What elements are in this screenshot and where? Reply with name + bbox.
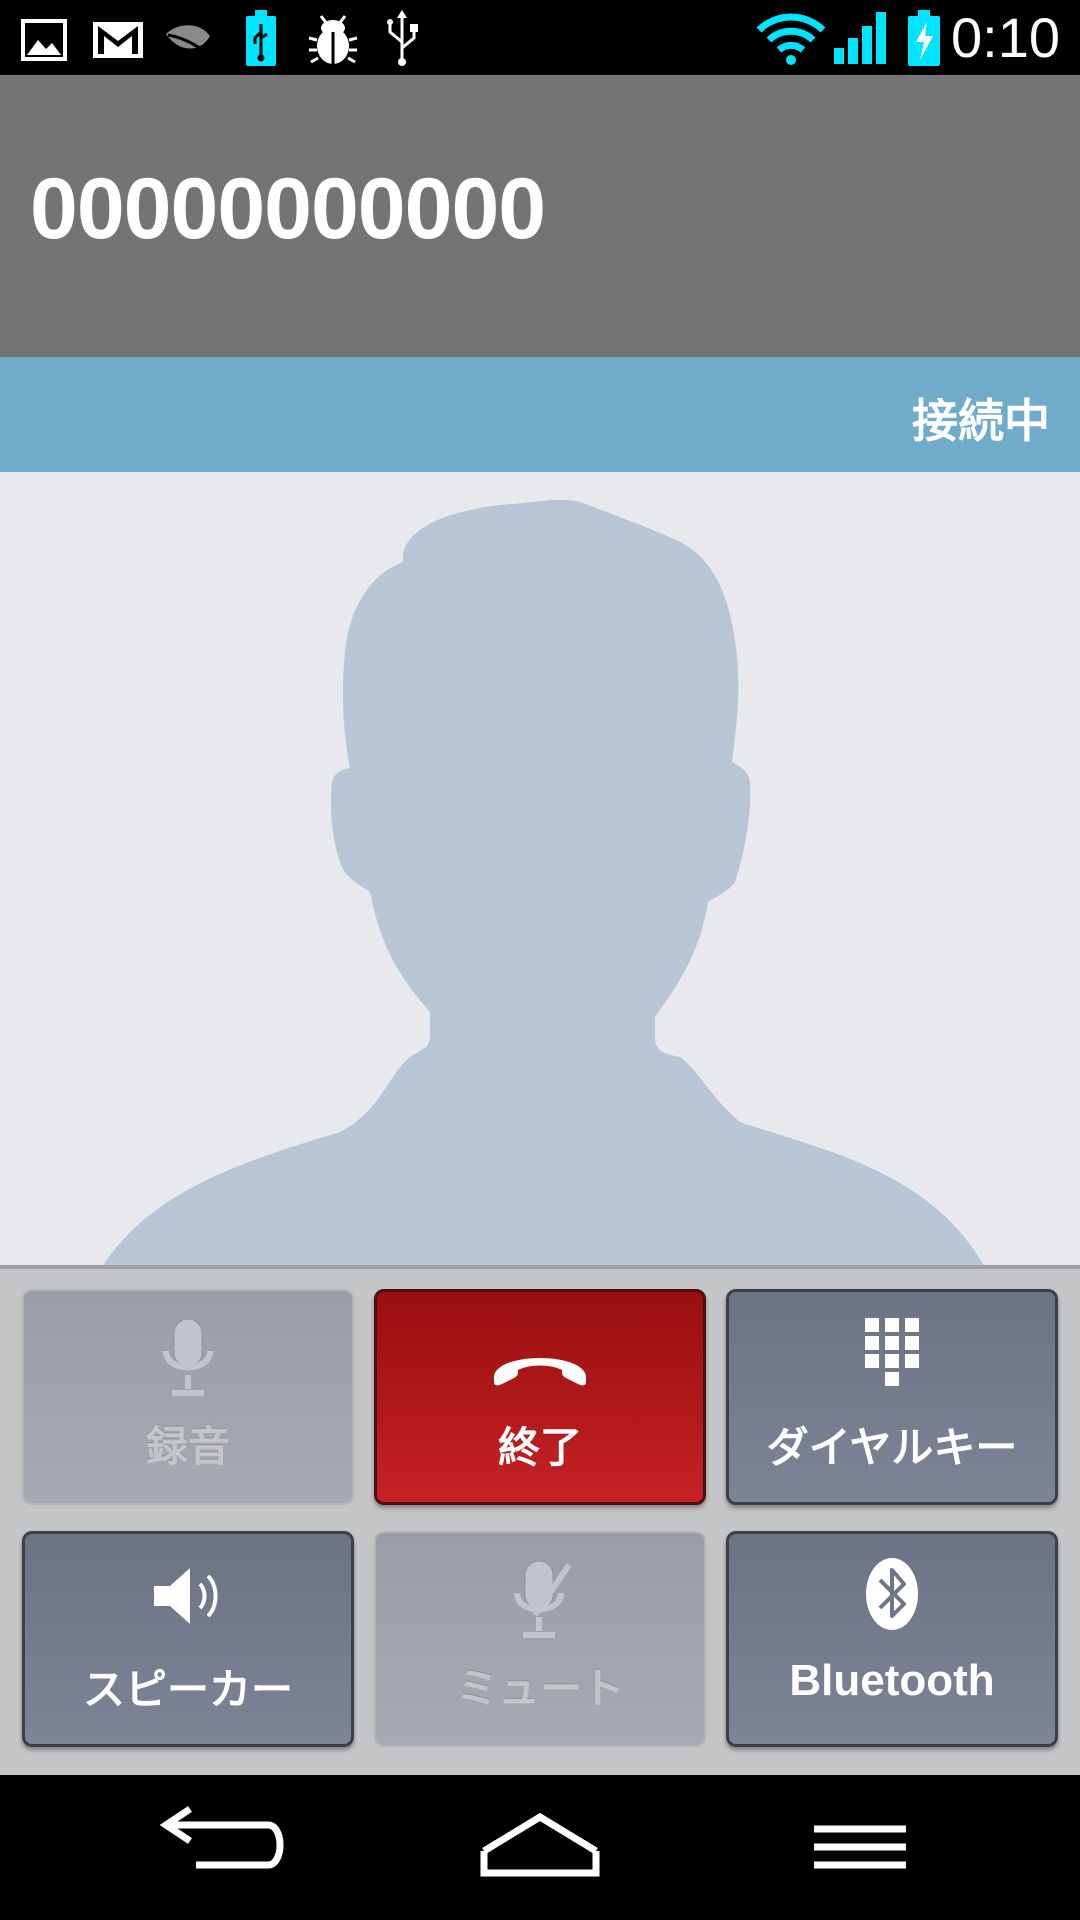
call-status-bar: 接続中 bbox=[0, 357, 1080, 472]
wifi-icon bbox=[756, 13, 826, 65]
record-label: 録音 bbox=[145, 1422, 230, 1471]
bluetooth-button[interactable]: Bluetooth bbox=[726, 1531, 1058, 1747]
speaker-button[interactable]: スピーカー bbox=[22, 1531, 354, 1747]
call-status-text: 接続中 bbox=[912, 394, 1050, 448]
status-bar: 0:10 bbox=[0, 0, 1080, 75]
dialpad-button[interactable]: ダイヤルキー bbox=[726, 1289, 1058, 1505]
signal-icon bbox=[834, 12, 886, 64]
gallery-icon bbox=[21, 19, 67, 61]
speaker-label: スピーカー bbox=[82, 1665, 293, 1714]
usb-battery-icon bbox=[246, 10, 276, 66]
clock: 0:10 bbox=[951, 6, 1060, 69]
back-icon[interactable] bbox=[150, 1803, 290, 1893]
bug-icon bbox=[308, 15, 358, 64]
home-icon[interactable] bbox=[470, 1803, 610, 1893]
mute-microphone-icon bbox=[514, 1560, 572, 1638]
end-call-button[interactable]: 終了 bbox=[374, 1289, 706, 1505]
bluetooth-icon bbox=[866, 1558, 918, 1630]
speaker-icon bbox=[154, 1568, 218, 1624]
call-controls: 録音 終了 ダイヤルキー スピーカー ミュート Bluetooth bbox=[0, 1265, 1080, 1775]
gmail-icon bbox=[93, 22, 143, 58]
caller-header: 00000000000 bbox=[0, 75, 1080, 357]
bluetooth-label: Bluetooth bbox=[789, 1656, 995, 1705]
dialpad-icon bbox=[865, 1318, 919, 1386]
microphone-icon bbox=[163, 1318, 213, 1396]
usb-icon bbox=[387, 10, 418, 66]
mute-button[interactable]: ミュート bbox=[374, 1531, 706, 1747]
mute-label: ミュート bbox=[455, 1664, 624, 1713]
phone-number: 00000000000 bbox=[30, 161, 546, 257]
leaf-icon bbox=[166, 25, 216, 62]
contact-photo-area bbox=[0, 472, 1080, 1267]
navigation-bar bbox=[0, 1775, 1080, 1920]
menu-icon[interactable] bbox=[790, 1803, 930, 1893]
contact-silhouette-icon bbox=[102, 499, 985, 1267]
end-call-label: 終了 bbox=[497, 1423, 582, 1472]
record-button[interactable]: 録音 bbox=[22, 1289, 354, 1505]
hang-up-icon bbox=[494, 1358, 586, 1386]
battery-charging-icon bbox=[908, 10, 940, 66]
dialpad-label: ダイヤルキー bbox=[766, 1423, 1018, 1472]
